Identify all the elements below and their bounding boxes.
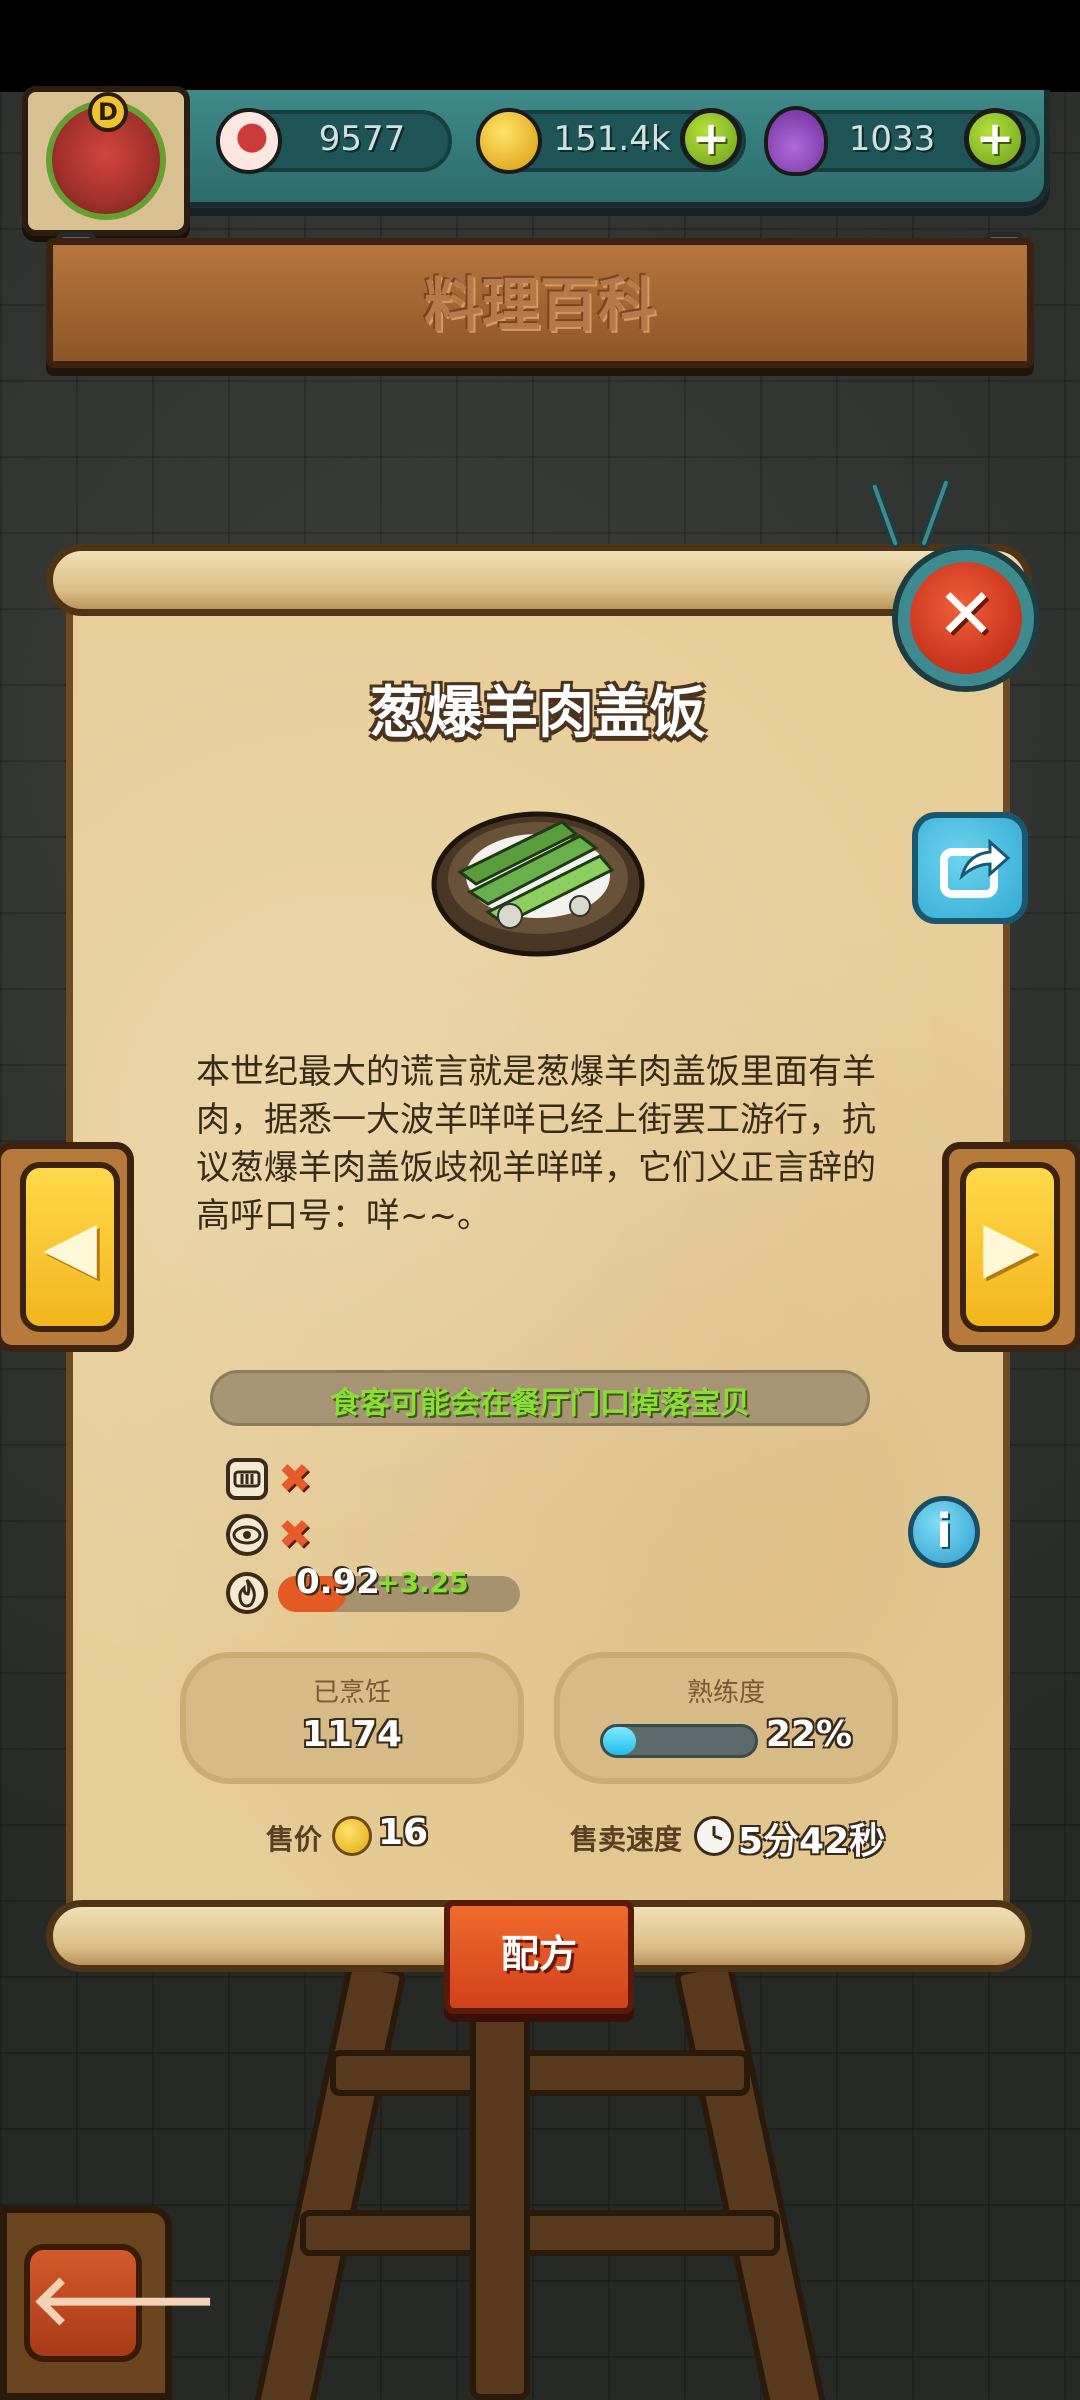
page-title: 料理百科 — [423, 271, 656, 339]
eyeball-count: 9577 — [318, 119, 406, 159]
price-value: 16 — [378, 1812, 429, 1853]
fence-icon — [226, 1458, 268, 1500]
dish-image — [430, 796, 646, 958]
drop-hint: 食客可能会在餐厅门口掉落宝贝 — [330, 1386, 750, 1421]
potion-icon — [764, 106, 828, 176]
heat-bonus: +3.25 — [376, 1566, 469, 1599]
fire-icon — [226, 1572, 268, 1614]
share-button[interactable] — [912, 812, 1028, 924]
heat-value: 0.92 — [296, 1562, 380, 1602]
recipe-button[interactable]: 配方 — [444, 1900, 634, 2014]
mastery-label: 熟练度 — [686, 1678, 765, 1708]
coin-icon — [476, 108, 542, 174]
prev-dish-button[interactable]: ◀ — [20, 1162, 120, 1332]
coin-icon — [332, 1816, 372, 1856]
share-icon — [940, 838, 1011, 898]
mastery-bar-fill — [603, 1727, 637, 1755]
potion-count: 1033 — [848, 119, 936, 159]
scroll-top-roll — [46, 544, 1032, 616]
trait1-status: ✖ — [278, 1456, 312, 1502]
eye-icon — [226, 1514, 268, 1556]
dish-description: 本世纪最大的谎言就是葱爆羊肉盖饭里面有羊肉，据悉一大波羊咩咩已经上街罢工游行，抗… — [196, 1052, 876, 1236]
status-bar — [0, 0, 1080, 92]
speed-label: 售卖速度 — [570, 1823, 683, 1856]
add-potions-button[interactable]: + — [964, 108, 1026, 170]
next-dish-button[interactable]: ▶ — [960, 1162, 1060, 1332]
close-button[interactable]: ✕ — [898, 550, 1034, 686]
easel-bar-1 — [330, 2050, 750, 2096]
info-button[interactable]: i — [908, 1496, 980, 1568]
easel-leg-center — [470, 2000, 530, 2400]
add-coins-button[interactable]: + — [680, 108, 742, 170]
rank-badge: D — [88, 92, 128, 132]
easel-leg-left — [252, 1958, 408, 2400]
cooked-label: 已烹饪 — [312, 1678, 391, 1708]
antenna-left — [868, 480, 902, 550]
cooked-value: 1174 — [301, 1714, 403, 1755]
easel-leg-right — [672, 1958, 828, 2400]
back-button[interactable]: 🡐 — [24, 2244, 218, 2362]
price-label: 售价 — [266, 1823, 323, 1856]
trait2-status: ✖ — [278, 1512, 312, 1558]
mastery-value: 22% — [765, 1714, 853, 1755]
dish-name: 葱爆羊肉盖饭 — [370, 681, 706, 746]
easel-bar-2 — [300, 2210, 780, 2256]
coin-count: 151.4k — [553, 119, 671, 159]
speed-value: 5分42秒 — [738, 1821, 886, 1862]
eyeball-icon — [216, 108, 282, 174]
antenna-right — [917, 476, 953, 550]
clock-icon — [694, 1816, 734, 1856]
